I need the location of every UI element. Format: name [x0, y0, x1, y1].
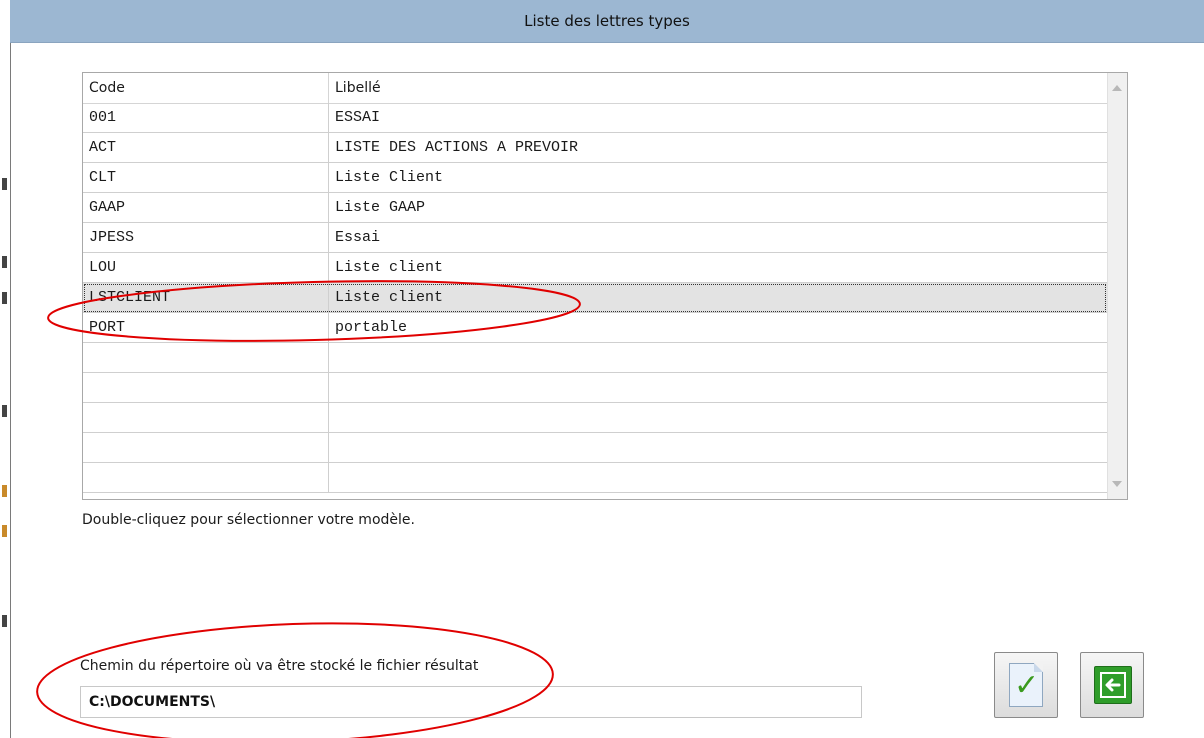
back-button[interactable]	[1080, 652, 1144, 718]
table-row[interactable]: GAAP Liste GAAP	[83, 193, 1107, 223]
cell-label: Essai	[335, 229, 381, 246]
cell-code: CLT	[83, 163, 329, 192]
cell-code: GAAP	[83, 193, 329, 222]
table-row[interactable]	[83, 403, 1107, 433]
validate-button[interactable]: ✓	[994, 652, 1058, 718]
column-header-code[interactable]: Code	[83, 73, 329, 103]
table-row[interactable]: CLT Liste Client	[83, 163, 1107, 193]
table-row[interactable]: PORT portable	[83, 313, 1107, 343]
window-title-bar[interactable]: Liste des lettres types	[10, 0, 1204, 43]
cell-label	[329, 433, 1107, 462]
cell-code	[83, 403, 329, 432]
cell-label: Liste client	[335, 259, 444, 276]
output-path-label: Chemin du répertoire où va être stocké l…	[80, 658, 479, 674]
template-letters-list[interactable]: Code Libellé 001 ESSAI ACT LISTE DES ACTION…	[82, 72, 1128, 500]
edge-fragment	[2, 405, 7, 417]
selection-hint: Double-cliquez pour sélectionner votre m…	[82, 512, 415, 528]
scroll-down-icon[interactable]	[1112, 481, 1122, 487]
window-title: Liste des lettres types	[524, 12, 690, 30]
scroll-up-icon[interactable]	[1112, 85, 1122, 91]
cell-code	[83, 373, 329, 402]
table-row[interactable]: JPESS Essai	[83, 223, 1107, 253]
cell-label: Liste Client	[335, 169, 444, 186]
edge-fragment	[2, 485, 7, 497]
table-row[interactable]	[83, 463, 1107, 493]
cell-code: LOU	[83, 253, 329, 282]
cell-code: 001	[83, 103, 329, 132]
edge-fragment	[2, 178, 7, 190]
cell-label: Liste client	[335, 289, 444, 306]
edge-fragment	[2, 615, 7, 627]
table-row[interactable]: ACT LISTE DES ACTIONS A PREVOIR	[83, 133, 1107, 163]
cell-label: ESSAI	[335, 109, 381, 126]
cell-label	[329, 343, 1107, 372]
cell-code: JPESS	[83, 223, 329, 252]
edge-fragment	[2, 292, 7, 304]
cell-label: portable	[335, 319, 408, 336]
edge-fragment	[2, 525, 7, 537]
cell-label	[329, 373, 1107, 402]
cell-label	[329, 463, 1107, 492]
cell-code	[83, 463, 329, 492]
table-row[interactable]	[83, 433, 1107, 463]
cell-code	[83, 343, 329, 372]
column-header-label[interactable]: Libellé	[329, 73, 1107, 103]
edge-fragment	[2, 256, 7, 268]
arrow-left-icon	[1094, 666, 1132, 704]
table-row[interactable]	[83, 373, 1107, 403]
cell-code: LSTCLIENT	[83, 283, 329, 312]
annotation-circle-output-path	[36, 622, 554, 738]
cell-code: ACT	[83, 133, 329, 162]
vertical-scrollbar[interactable]	[1107, 73, 1127, 499]
table-row[interactable]: LOU Liste client	[83, 253, 1107, 283]
cell-label: LISTE DES ACTIONS A PREVOIR	[335, 139, 579, 156]
cell-code	[83, 433, 329, 462]
output-path-input[interactable]	[80, 686, 862, 718]
background-window-edge	[0, 0, 11, 738]
cell-label	[329, 403, 1107, 432]
list-header: Code Libellé	[83, 73, 1107, 104]
cell-code: PORT	[83, 313, 329, 342]
check-document-icon: ✓	[1009, 663, 1043, 707]
table-row[interactable]	[83, 343, 1107, 373]
table-row[interactable]: LSTCLIENT Liste client	[83, 283, 1107, 313]
table-row[interactable]: 001 ESSAI	[83, 103, 1107, 133]
list-rows: 001 ESSAI ACT LISTE DES ACTIONS A PREVOIR CL…	[83, 103, 1107, 493]
cell-label: Liste GAAP	[335, 199, 426, 216]
